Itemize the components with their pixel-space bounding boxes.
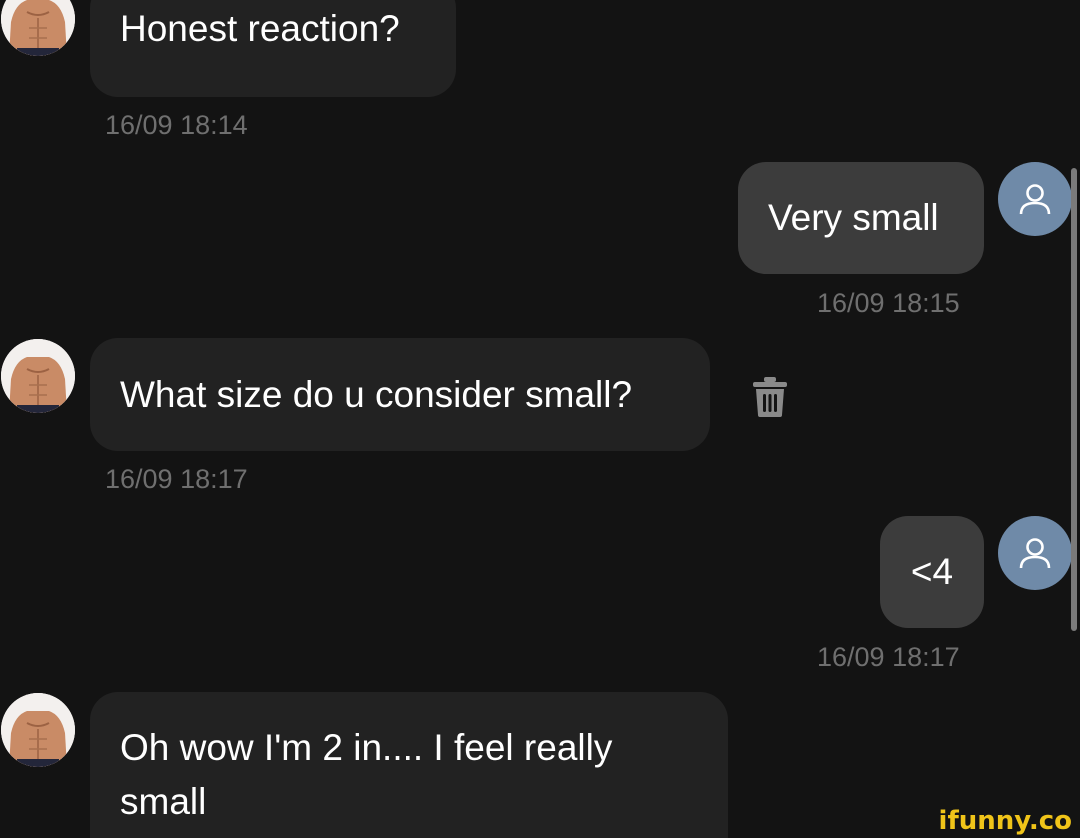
contact-photo-avatar-icon — [1, 339, 75, 413]
user-avatar[interactable] — [998, 162, 1072, 236]
user-silhouette-icon — [1019, 184, 1051, 215]
contact-photo-avatar-icon — [1, 693, 75, 767]
contact-photo-avatar-icon — [1, 0, 75, 56]
contact-avatar[interactable] — [1, 339, 75, 413]
chat-thread: Honest reaction? 16/09 18:14 Very small … — [0, 0, 1080, 838]
message-bubble-outgoing[interactable]: <4 — [880, 516, 984, 628]
message-timestamp: 16/09 18:17 — [105, 464, 248, 494]
message-timestamp: 16/09 18:14 — [105, 110, 248, 140]
scrollbar[interactable] — [1071, 168, 1077, 631]
message-text: <4 — [910, 551, 954, 592]
message-bubble-incoming[interactable]: Oh wow I'm 2 in.... I feel really small — [90, 692, 728, 838]
trash-icon — [753, 377, 787, 417]
watermark: ifunny.co — [938, 806, 1072, 836]
user-avatar[interactable] — [998, 516, 1072, 590]
message-text: Honest reaction? — [120, 8, 400, 49]
contact-avatar[interactable] — [1, 0, 75, 56]
delete-message-button[interactable] — [752, 376, 788, 418]
contact-avatar[interactable] — [1, 693, 75, 767]
message-bubble-outgoing[interactable]: Very small — [738, 162, 984, 274]
message-text: What size do u consider small? — [120, 374, 633, 415]
user-silhouette-icon — [1019, 538, 1051, 569]
message-timestamp: 16/09 18:15 — [817, 288, 960, 318]
message-text: Oh wow I'm 2 in.... I feel really small — [120, 727, 613, 822]
message-timestamp: 16/09 18:17 — [817, 642, 960, 672]
message-bubble-incoming[interactable]: What size do u consider small? — [90, 338, 710, 451]
message-text: Very small — [768, 197, 939, 238]
message-bubble-incoming[interactable]: Honest reaction? — [90, 0, 456, 97]
